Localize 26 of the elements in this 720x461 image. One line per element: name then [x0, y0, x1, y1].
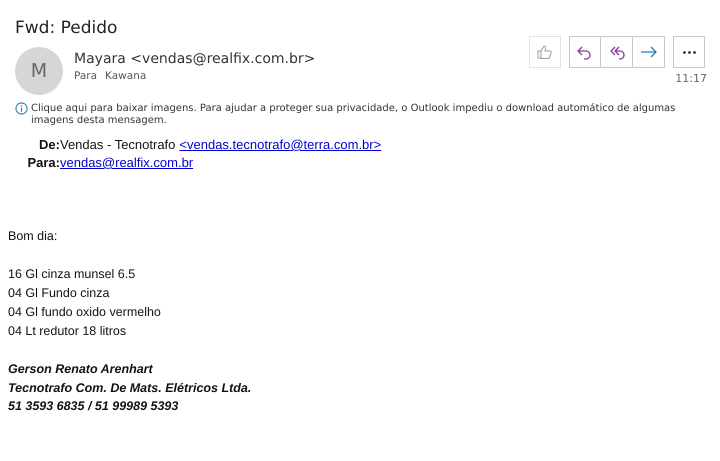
sender-name: Mayara <vendas@realfix.com.br>	[74, 51, 316, 67]
email-subject: Fwd: Pedido	[15, 18, 118, 38]
order-line: 16 Gl cinza munsel 6.5	[8, 266, 136, 283]
field-label: De:	[39, 137, 60, 152]
reply-button[interactable]	[569, 36, 601, 68]
signature-line: 51 3593 6835 / 51 99989 5393	[8, 398, 178, 415]
more-icon	[682, 50, 696, 54]
field-label: Para:	[27, 155, 60, 170]
order-line: 04 Lt redutor 18 litros	[8, 323, 126, 340]
recipient-label: Para	[74, 70, 98, 82]
reply-all-button[interactable]	[601, 36, 633, 68]
sender-name: Vendas - Tecnotrafo	[60, 137, 176, 152]
signature-line: Gerson Renato Arenhart	[8, 361, 153, 378]
received-time: 11:17	[675, 72, 707, 85]
forward-button[interactable]	[633, 36, 665, 68]
email-link[interactable]: <vendas.tecnotrafo@terra.com.br>	[179, 137, 382, 152]
signature-line: Tecnotrafo Com. De Mats. Elétricos Ltda.	[8, 380, 252, 396]
greeting-text: Bom dia:	[8, 228, 58, 245]
avatar: M	[15, 47, 63, 95]
recipient-name: Kawana	[105, 70, 146, 82]
like-button[interactable]	[529, 36, 561, 68]
blocked-images-notice[interactable]: Clique aqui para baixar imagens. Para ajudar a proteger sua privacidade, o Outlook impediu o download automático de algumas imagens desta mensagem.	[31, 103, 705, 127]
order-line: 04 Gl fundo oxido vermelho	[8, 304, 161, 321]
order-line: 04 Gl Fundo cinza	[8, 285, 110, 302]
info-icon	[15, 102, 28, 115]
email-link[interactable]: vendas@realfix.com.br	[60, 155, 194, 170]
